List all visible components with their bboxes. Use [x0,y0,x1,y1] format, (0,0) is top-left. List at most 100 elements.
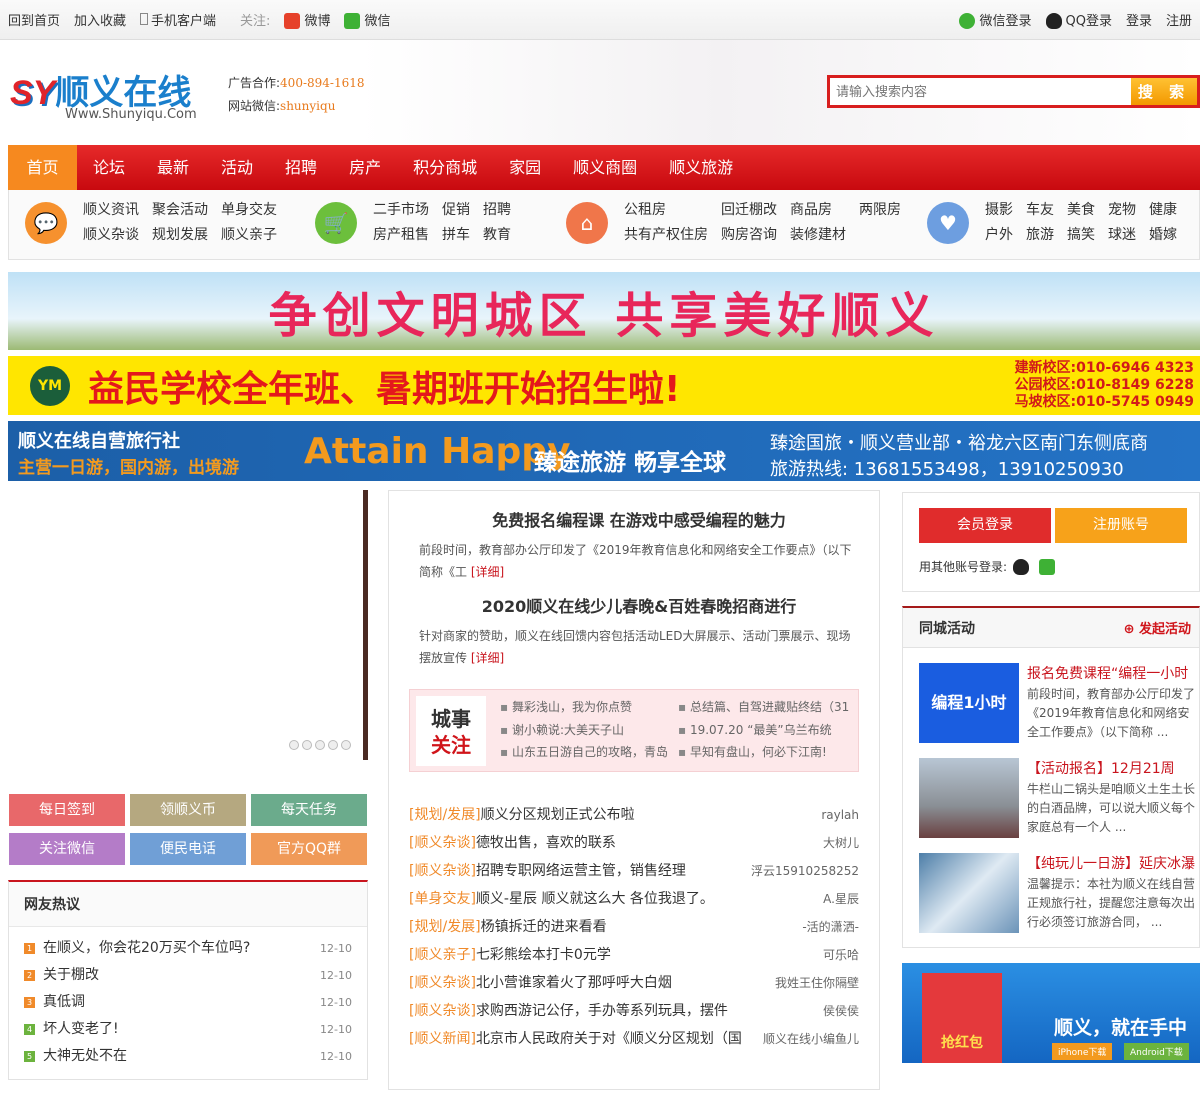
category-link[interactable]: 顺义杂谈 [83,225,139,246]
list-item[interactable]: 舞彩浅山，我为你点赞 [500,696,668,719]
home-link[interactable]: 回到首页 [8,10,60,29]
slide-dot[interactable] [328,740,338,750]
article-more-link[interactable]: [详细] [471,565,504,579]
category-link[interactable]: 美食 [1067,200,1095,221]
thread-category[interactable]: [顺义杂谈] [409,829,476,857]
category-link[interactable]: 摄影 [985,200,1013,221]
table-row[interactable]: [顺义杂谈] 德牧出售，喜欢的联系 大树儿 [409,829,859,857]
category-link[interactable]: 顺义资讯 [83,200,139,221]
register-link[interactable]: 注册 [1166,10,1192,29]
table-row[interactable]: [单身交友] 顺义-星辰 顺义就这么大 各位我退了。 A.星辰 [409,885,859,913]
thread-title[interactable]: 顺义-星辰 顺义就这么大 各位我退了。 [476,885,823,913]
wechat-icon[interactable] [1039,558,1056,575]
nav-business[interactable]: 顺义商圈 [557,145,653,190]
category-link[interactable]: 房产租售 [373,225,429,246]
thread-author[interactable]: raylah [821,801,859,829]
qq-group-button[interactable]: 官方QQ群 [251,833,367,865]
category-link[interactable]: 二手市场 [373,200,429,221]
slide-dot[interactable] [289,740,299,750]
phone-directory-button[interactable]: 便民电话 [130,833,246,865]
category-link[interactable]: 规划发展 [152,225,208,246]
category-link[interactable]: 公租房 [624,200,708,221]
thread-author[interactable]: 可乐哈 [823,941,859,969]
app-download-banner[interactable]: 抢红包 顺义，就在手中 iPhone下载 Android下载 [902,963,1200,1063]
list-item[interactable]: 谢小赖说:大美天子山 [500,719,668,742]
nav-home[interactable]: 首页 [8,145,77,190]
category-link[interactable]: 购房咨询 [721,225,777,246]
travel-banner[interactable]: 顺义在线自营旅行社 主营一日游，国内游，出境游 Attain Happy 臻途旅… [8,421,1200,481]
category-link[interactable]: 回迁棚改 [721,200,777,221]
list-item[interactable]: 3 真低调 12-10 [24,989,352,1016]
list-item[interactable]: 4 坏人变老了! 12-10 [24,1016,352,1043]
coin-button[interactable]: 领顺义币 [130,794,246,826]
article-title[interactable]: 免费报名编程课 在游戏中感受编程的魅力 [419,507,859,531]
weixin-link[interactable]: 微信 [344,10,390,30]
search-button[interactable]: 搜 索 [1131,78,1197,105]
thread-title[interactable]: 北京市人民政府关于对《顺义分区规划（国 [476,1025,763,1053]
category-link[interactable]: 健康 [1149,200,1177,221]
category-link[interactable]: 招聘 [483,200,511,221]
qq-login-link[interactable]: QQ登录 [1045,10,1112,30]
qq-icon[interactable] [1013,558,1030,575]
thread-title[interactable]: 招聘专职网络运营主管，销售经理 [476,857,751,885]
wechat-login-link[interactable]: 微信登录 [959,10,1032,30]
category-link[interactable]: 聚会活动 [152,200,208,221]
activity-item[interactable]: 【活动报名】12月21周 牛栏山二锅头是咱顺义土生土长的白酒品牌，可以说大顺义每个… [919,758,1200,840]
category-link[interactable]: 顺义亲子 [221,225,277,246]
table-row[interactable]: [顺义亲子] 七彩熊绘本打卡0元学 可乐哈 [409,941,859,969]
activity-item[interactable]: 编程1小时 报名免费课程“编程一小时 前段时间，教育部办公厅印发了《2019年教育… [919,663,1200,745]
android-download-button[interactable]: Android下载 [1124,1043,1189,1060]
list-item[interactable]: 5 大神无处不在 12-10 [24,1043,352,1070]
thread-title[interactable]: 杨镇拆迁的进来看看 [481,913,803,941]
nav-forum[interactable]: 论坛 [77,145,141,190]
thread-author[interactable]: 侯侯侯 [823,997,859,1025]
article-title[interactable]: 2020顺义在线少儿春晚&百姓春晚招商进行 [419,593,859,617]
thread-category[interactable]: [单身交友] [409,885,476,913]
thread-author[interactable]: -活的潇洒- [802,913,859,941]
list-item[interactable]: 19.07.20 “最美”乌兰布统 [678,719,853,742]
table-row[interactable]: [规划/发展] 顺义分区规划正式公布啦 raylah [409,801,859,829]
nav-latest[interactable]: 最新 [141,145,205,190]
category-link[interactable]: 户外 [985,225,1013,246]
table-row[interactable]: [顺义杂谈] 求购西游记公仔，手办等系列玩具，摆件 侯侯侯 [409,997,859,1025]
weibo-link[interactable]: 微博 [284,10,330,30]
category-link[interactable]: 旅游 [1026,225,1054,246]
thread-category[interactable]: [规划/发展] [409,801,481,829]
nav-travel[interactable]: 顺义旅游 [653,145,749,190]
thread-title[interactable]: 七彩熊绘本打卡0元学 [476,941,823,969]
school-banner[interactable]: YM 益民学校全年班、暑期班开始招生啦! 建新校区:010-6946 4323 … [8,356,1200,415]
category-link[interactable]: 球迷 [1108,225,1136,246]
category-link[interactable]: 车友 [1026,200,1054,221]
thread-author[interactable]: A.星辰 [823,885,859,913]
civic-banner[interactable]: 争创文明城区 共享美好顺义 [8,272,1200,350]
category-link[interactable]: 装修建材 [790,225,846,246]
table-row[interactable]: [顺义杂谈] 北小营谁家着火了那呼呼大白烟 我姓王住你隔壁 [409,969,859,997]
nav-jobs[interactable]: 招聘 [269,145,333,190]
activity-item[interactable]: 【纯玩儿一日游】延庆冰瀑 温馨提示：本社为顺义在线自营正规旅行社，提醒您注意每次出… [919,853,1200,935]
nav-activity[interactable]: 活动 [205,145,269,190]
category-link[interactable]: 婚嫁 [1149,225,1177,246]
mobile-client-link[interactable]: 手机客户端 [140,10,216,29]
category-link[interactable]: 搞笑 [1067,225,1095,246]
thread-category[interactable]: [顺义杂谈] [409,857,476,885]
list-item[interactable]: 山东五日游自己的攻略，青岛 [500,741,668,764]
thread-title[interactable]: 顺义分区规划正式公布啦 [481,801,822,829]
search-input[interactable] [830,78,1131,105]
list-item[interactable]: 2 关于棚改 12-10 [24,962,352,989]
nav-mall[interactable]: 积分商城 [397,145,493,190]
category-link[interactable]: 教育 [483,225,511,246]
task-button[interactable]: 每天任务 [251,794,367,826]
thread-category[interactable]: [顺义新闻] [409,1025,476,1053]
category-link[interactable]: 共有产权住房 [624,225,708,246]
slide-dot[interactable] [341,740,351,750]
member-login-button[interactable]: 会员登录 [919,508,1051,543]
thread-title[interactable]: 北小营谁家着火了那呼呼大白烟 [476,969,775,997]
list-item[interactable]: 总结篇、自驾进藏贴终结（31 [678,696,853,719]
table-row[interactable]: [顺义杂谈] 招聘专职网络运营主管，销售经理 浮云15910258252 [409,857,859,885]
nav-home-community[interactable]: 家园 [493,145,557,190]
thread-author[interactable]: 大树儿 [823,829,859,857]
category-link[interactable]: 两限房 [859,200,901,221]
table-row[interactable]: [规划/发展] 杨镇拆迁的进来看看 -活的潇洒- [409,913,859,941]
article-more-link[interactable]: [详细] [471,651,504,665]
list-item[interactable]: 1 在顺义，你会花20万买个车位吗? 12-10 [24,935,352,962]
